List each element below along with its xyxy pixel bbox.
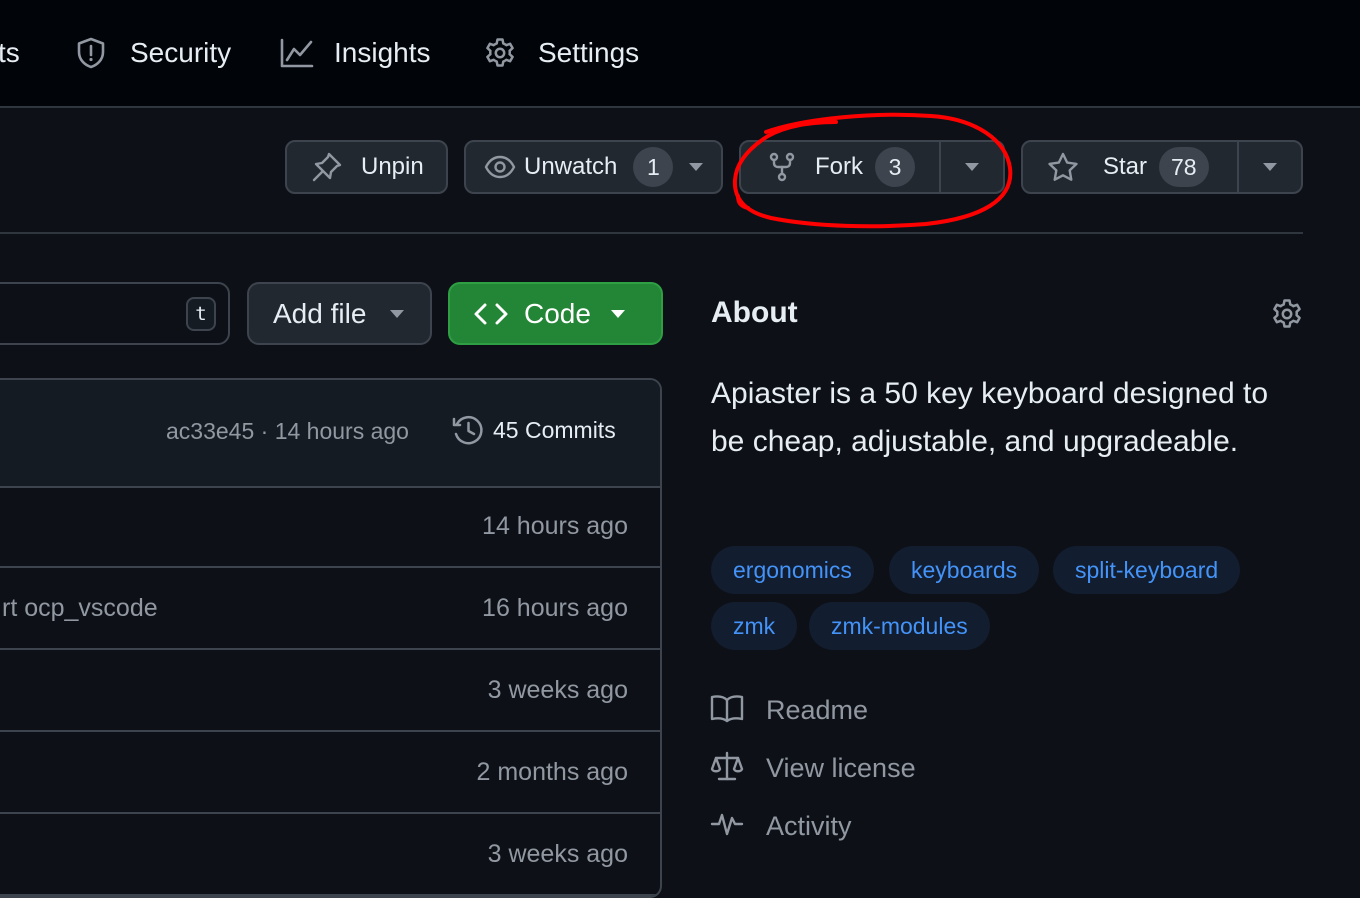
- code-label: Code: [524, 297, 591, 329]
- history-icon: [452, 414, 485, 447]
- star-dropdown-button[interactable]: [1239, 142, 1301, 192]
- file-row[interactable]: 14 hours ago: [0, 486, 660, 568]
- nav-tab-label: Settings: [538, 37, 640, 68]
- graph-icon: [280, 37, 314, 69]
- activity-label: Activity: [766, 810, 852, 841]
- commit-date: 14 hours ago: [482, 511, 628, 540]
- commit-date: 2 months ago: [476, 757, 629, 786]
- eye-icon: [484, 155, 516, 179]
- commit-time: 14 hours ago: [274, 418, 409, 444]
- file-list: ac33e45 · 14 hours ago 45 Commits 14 hou…: [0, 378, 662, 898]
- pin-icon: [311, 151, 343, 183]
- annotation-circle: [732, 112, 1013, 229]
- nav-tab-label: ts: [0, 37, 20, 68]
- code-icon: [474, 302, 508, 326]
- star-button[interactable]: Star 78: [1023, 142, 1237, 192]
- about-heading: About: [711, 296, 798, 329]
- activity-link[interactable]: Activity: [710, 806, 852, 846]
- repo-description: Apiaster is a 50 key keyboard designed t…: [711, 377, 1269, 458]
- nav-tab-settings[interactable]: Settings: [484, 0, 639, 106]
- stars-count: 78: [1159, 147, 1209, 187]
- gear-icon[interactable]: [1271, 298, 1303, 330]
- file-row[interactable]: 3 weeks ago: [0, 650, 660, 732]
- shield-icon: [76, 37, 108, 69]
- add-file-button[interactable]: Add file: [247, 282, 432, 345]
- keyboard-shortcut-hint: t: [186, 297, 216, 331]
- chevron-down-icon: [610, 309, 625, 318]
- star-icon: [1047, 152, 1079, 182]
- pulse-icon: [710, 809, 744, 843]
- latest-commit-bar: ac33e45 · 14 hours ago 45 Commits: [0, 380, 660, 488]
- separator: ·: [260, 418, 269, 444]
- license-label: View license: [766, 752, 916, 783]
- file-row[interactable]: rt ocp_vscode 16 hours ago: [0, 568, 660, 650]
- commit-sha-link[interactable]: ac33e45: [166, 418, 254, 444]
- commit-date: 3 weeks ago: [487, 839, 628, 868]
- go-to-file-input[interactable]: t: [0, 282, 230, 345]
- star-label: Star: [1103, 153, 1148, 180]
- topic-tag[interactable]: zmk-modules: [809, 602, 990, 650]
- gear-icon: [484, 37, 516, 69]
- chevron-down-icon: [1263, 163, 1277, 171]
- header-divider: [0, 232, 1303, 234]
- book-icon: [710, 693, 744, 727]
- chevron-down-icon: [390, 309, 405, 318]
- commit-message[interactable]: rt ocp_vscode: [2, 568, 158, 648]
- star-button-group: Star 78: [1021, 140, 1303, 194]
- repo-nav: ts Security Insights Settings: [0, 0, 1360, 108]
- nav-tab-label: Insights: [334, 37, 431, 68]
- unpin-label: Unpin: [361, 153, 424, 180]
- file-row[interactable]: 3 weeks ago: [0, 814, 660, 896]
- code-button[interactable]: Code: [448, 282, 663, 345]
- unwatch-label: Unwatch: [524, 153, 618, 180]
- unpin-button[interactable]: Unpin: [285, 140, 448, 194]
- topic-tag[interactable]: ergonomics: [711, 546, 874, 594]
- topic-tag[interactable]: split-keyboard: [1053, 546, 1241, 594]
- license-link[interactable]: View license: [710, 748, 916, 788]
- latest-commit-info: ac33e45 · 14 hours ago: [166, 418, 409, 445]
- readme-label: Readme: [766, 694, 869, 725]
- commits-count: 45 Commits: [493, 417, 616, 443]
- nav-tab-security[interactable]: Security: [76, 0, 231, 106]
- commit-date: 3 weeks ago: [487, 675, 628, 704]
- add-file-label: Add file: [273, 297, 367, 329]
- nav-tab-pull-requests[interactable]: ts: [0, 0, 20, 106]
- file-row[interactable]: 2 months ago: [0, 732, 660, 814]
- readme-link[interactable]: Readme: [710, 690, 868, 730]
- watchers-count: 1: [633, 147, 674, 187]
- unwatch-button[interactable]: Unwatch 1: [464, 140, 723, 194]
- topic-tag[interactable]: keyboards: [889, 546, 1040, 594]
- commits-link[interactable]: 45 Commits: [452, 414, 616, 447]
- commit-date: 16 hours ago: [482, 593, 628, 622]
- nav-tab-insights[interactable]: Insights: [280, 0, 431, 106]
- chevron-down-icon: [689, 163, 704, 171]
- nav-tab-label: Security: [130, 37, 232, 68]
- law-icon: [710, 751, 744, 785]
- topic-tag[interactable]: zmk: [711, 602, 798, 650]
